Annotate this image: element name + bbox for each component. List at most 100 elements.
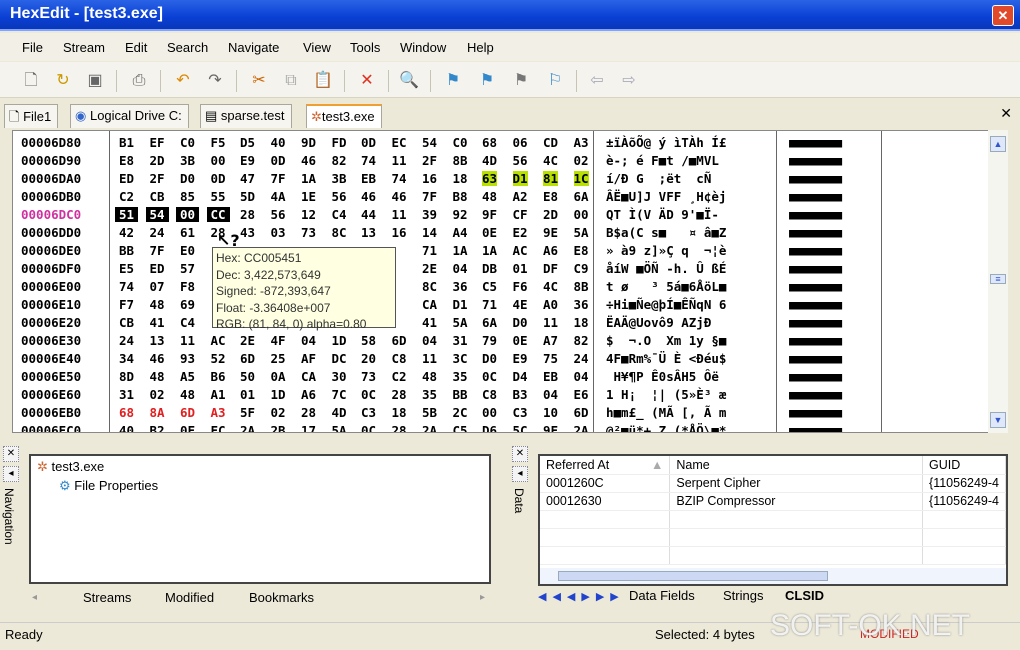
hex-byte[interactable]: 6D [240,351,255,366]
hex-byte[interactable]: 56 [513,153,528,168]
hex-byte[interactable]: 2C [453,405,468,420]
hex-byte[interactable]: C2 [392,369,407,384]
tab-logical-drive[interactable]: ◉ Logical Drive C: [70,104,189,128]
hex-byte[interactable]: BB [119,243,134,258]
hex-byte[interactable]: 74 [392,171,407,186]
hex-byte[interactable]: 28 [392,423,407,432]
hex-byte[interactable]: A0 [543,297,558,312]
hex-byte[interactable]: 4E [513,297,528,312]
hex-byte[interactable]: 0D [271,153,286,168]
scroll-down-icon[interactable]: ▼ [990,412,1006,428]
hex-byte[interactable]: 02 [574,153,589,168]
hex-byte[interactable]: 34 [119,351,134,366]
hex-byte[interactable]: 7F [150,243,165,258]
tab-nav-arrows-icon[interactable]: ◀◀◀▶▶▶ [538,590,625,603]
ascii-text[interactable]: h■m£_ (MÃ [, Ã m [606,405,726,420]
hex-byte[interactable]: 2A [422,423,437,432]
hex-byte[interactable]: C8 [392,351,407,366]
hex-byte[interactable]: CB [150,189,165,204]
hex-byte[interactable]: 0C [482,369,497,384]
hex-byte[interactable]: 0D [211,171,226,186]
hex-byte[interactable]: 10 [543,405,558,420]
col-guid[interactable]: GUID [922,456,1006,475]
hex-byte[interactable]: 04 [574,369,589,384]
tree-item-file-properties[interactable]: ⚙ File Properties [59,478,158,494]
ascii-text[interactable]: 4F■Rm%¯Ü È <Ðéu$ [606,351,726,366]
hex-byte[interactable]: 14 [422,225,437,240]
hex-byte[interactable]: 02 [271,405,286,420]
back-icon[interactable]: ⇦ [586,70,608,92]
hex-byte[interactable]: 92 [453,207,468,222]
hex-byte[interactable]: E8 [543,189,558,204]
hex-byte[interactable]: 16 [392,225,407,240]
hex-byte[interactable]: 25 [271,351,286,366]
close-panel-icon[interactable]: ✕ [512,446,528,462]
ascii-text[interactable]: $ ¬.O Xm 1y §■ [606,333,726,348]
hex-byte[interactable]: 35 [453,369,468,384]
hex-byte[interactable]: 52 [211,351,226,366]
hex-byte[interactable]: EB [543,369,558,384]
hex-byte[interactable]: 4D [332,405,347,420]
hex-byte[interactable]: F5 [211,135,226,150]
hex-byte[interactable]: C5 [453,423,468,432]
menu-tools[interactable]: Tools [350,40,380,55]
ascii-text[interactable]: ÷Hi■Ñe@þÍ■ÊÑqN 6 [606,297,726,312]
hex-byte[interactable]: 2A [240,423,255,432]
hex-byte[interactable]: E6 [574,387,589,402]
hex-byte[interactable]: 40 [271,135,286,150]
hex-byte[interactable]: 39 [422,207,437,222]
hex-byte[interactable]: 8D [119,369,134,384]
save-icon[interactable]: ▣ [84,70,106,92]
hex-byte[interactable]: 00 [574,207,589,222]
hex-byte[interactable]: 1C [573,171,589,186]
hex-byte[interactable]: C0 [453,135,468,150]
hex-byte[interactable]: C3 [513,405,528,420]
bookmark-toggle-icon[interactable]: ⚑ [510,70,532,92]
tab-clsid[interactable]: CLSID [785,588,824,603]
bookmark-next-icon[interactable]: ⚑ [476,70,498,92]
hex-byte[interactable]: B2 [150,423,165,432]
hex-byte[interactable]: 04 [422,333,437,348]
bookmark-set-icon[interactable]: ⚑ [442,70,464,92]
hex-byte[interactable]: D5 [240,135,255,150]
ascii-text[interactable]: t ø ³ 5á■6ÅöL■ [606,279,726,294]
hex-byte[interactable]: 0F [180,423,195,432]
hex-byte[interactable]: 24 [574,351,589,366]
hex-byte[interactable]: FD [332,135,347,150]
tab-bookmarks[interactable]: Bookmarks [249,590,314,605]
hex-byte[interactable]: 2A [574,423,589,432]
bookmark-clear-icon[interactable]: ⚐ [544,70,566,92]
hex-byte[interactable]: D1 [512,171,528,186]
hex-byte[interactable]: 5C [513,423,528,432]
hex-byte[interactable]: F7 [119,297,134,312]
hex-byte[interactable]: 2E [422,261,437,276]
hex-byte[interactable]: C8 [482,387,497,402]
cut-icon[interactable]: ✂ [248,70,270,92]
hex-byte[interactable]: 9D [301,135,316,150]
ascii-text[interactable]: QT Ì(V ÄD 9'■Ï- [606,207,726,222]
hex-byte[interactable]: C0 [180,135,195,150]
hex-byte[interactable]: 2F [422,153,437,168]
vertical-scrollbar[interactable]: ▲ ≡ ▼ [988,130,1008,433]
hex-byte[interactable]: 18 [392,405,407,420]
hex-byte[interactable]: 44 [361,207,376,222]
hex-byte[interactable]: B6 [211,369,226,384]
undo-icon[interactable]: ↶ [172,70,194,92]
hex-byte[interactable]: D1 [453,297,468,312]
hex-byte[interactable]: CF [513,207,528,222]
hex-byte[interactable]: 00 [176,207,200,222]
pin-panel-icon[interactable]: ◂ [512,466,528,482]
hex-byte[interactable]: 28 [240,207,255,222]
hex-byte[interactable]: 4A [271,189,286,204]
hex-byte[interactable]: 36 [453,279,468,294]
hex-byte[interactable]: E9 [240,153,255,168]
hex-byte[interactable]: 4C [543,153,558,168]
scroll-thumb[interactable]: ≡ [990,274,1006,284]
pin-panel-icon[interactable]: ◂ [3,466,19,482]
hex-byte[interactable]: 82 [574,333,589,348]
hex-byte[interactable]: 46 [392,189,407,204]
hex-byte[interactable]: A2 [513,189,528,204]
hex-byte[interactable]: 79 [482,333,497,348]
hex-byte[interactable]: 1A [482,243,497,258]
hex-byte[interactable]: B8 [453,189,468,204]
